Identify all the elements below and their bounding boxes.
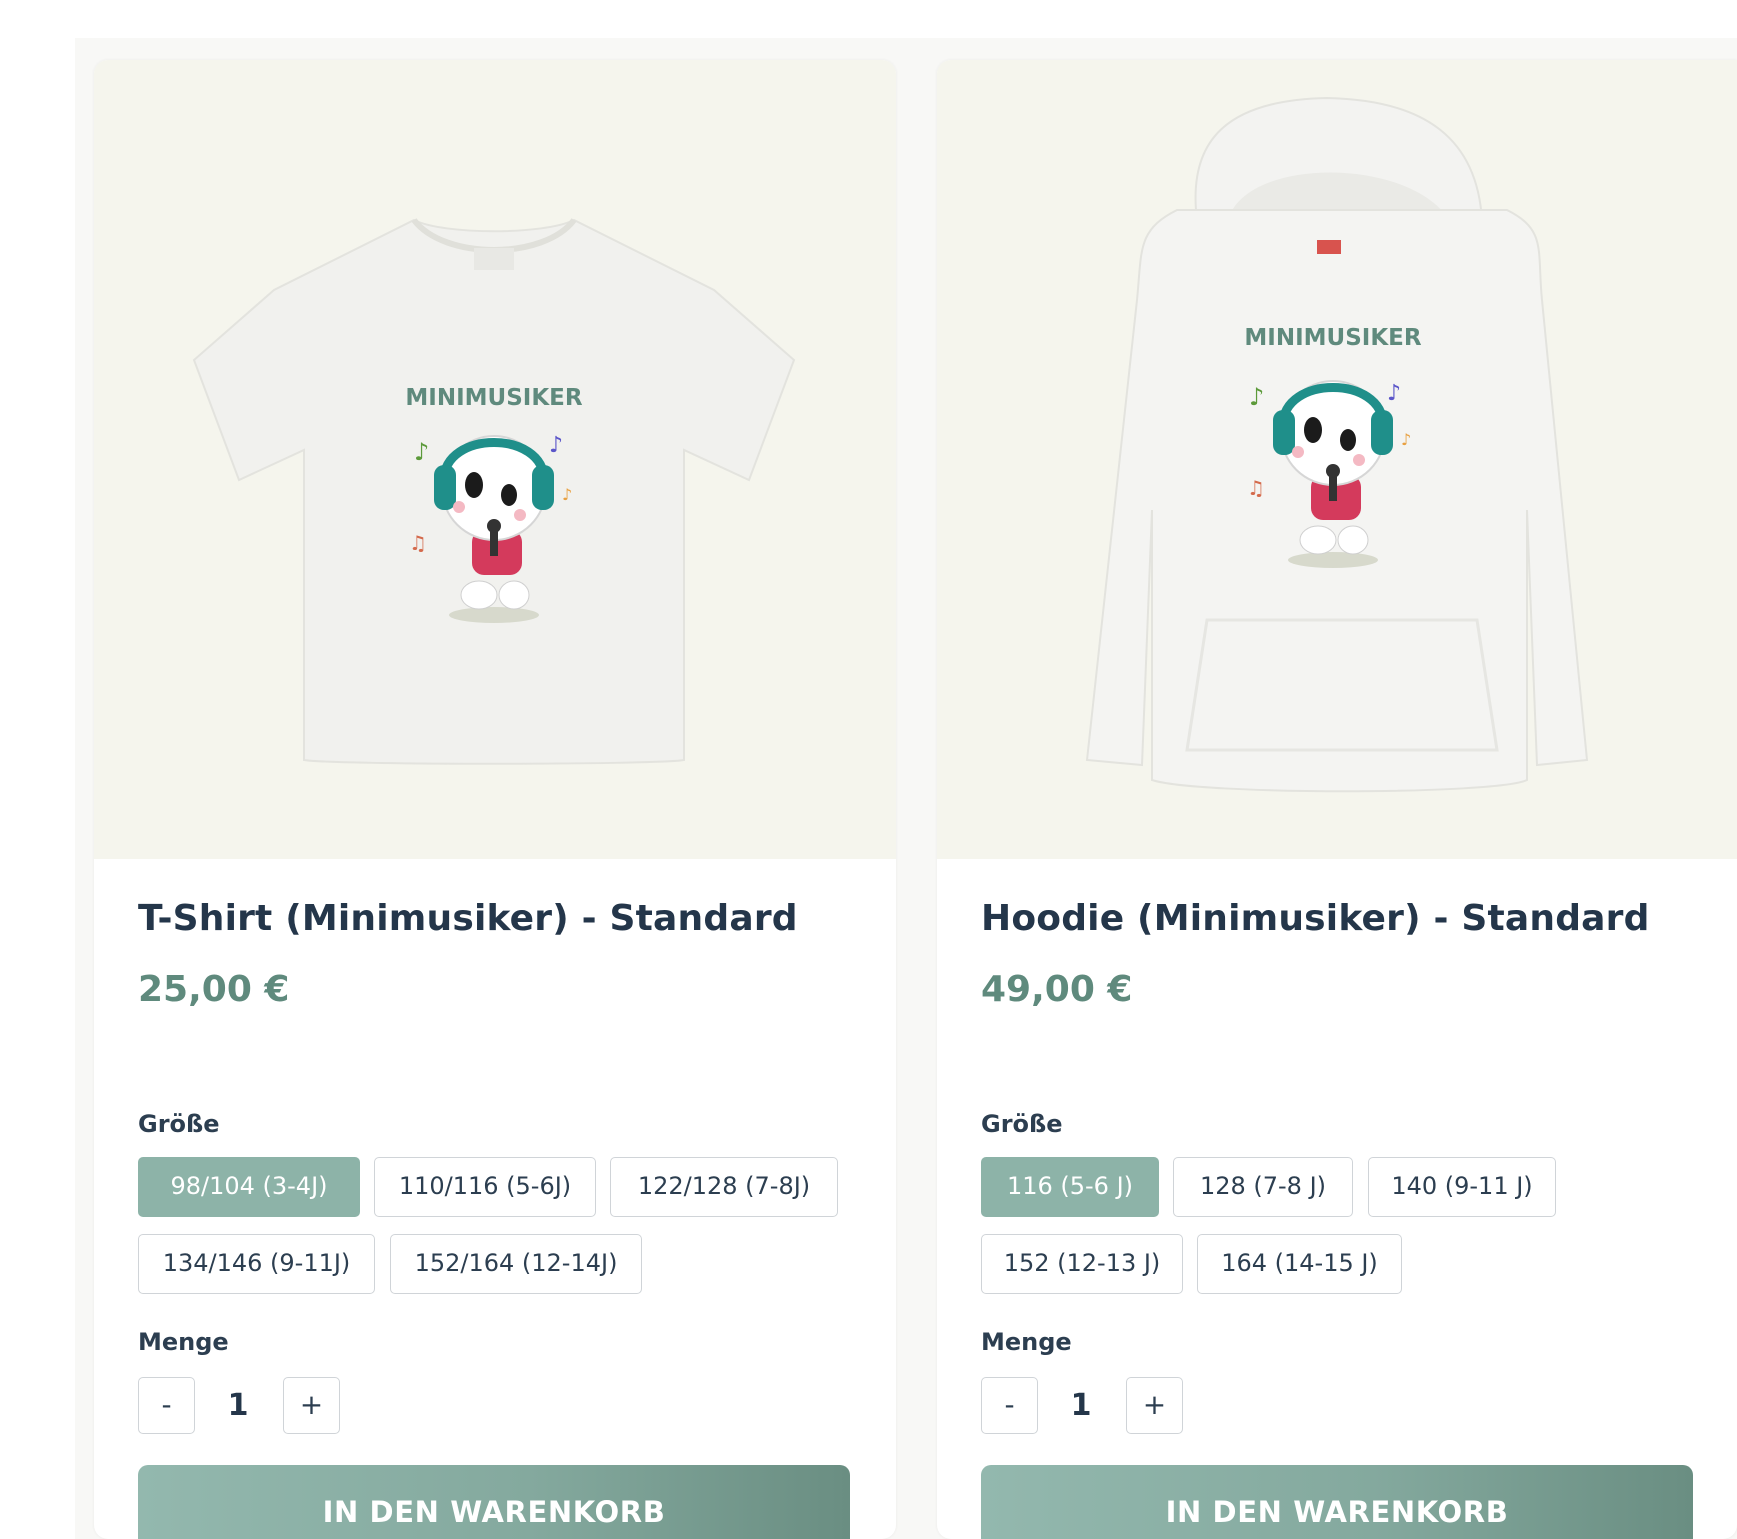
size-option-134-146[interactable]: 134/146 (9-11J) (138, 1234, 375, 1294)
product-card-tshirt: MINIMUSIKER ♪ ♪ ♫ ♪ T-Shirt (Minimusiker… (94, 60, 896, 1539)
quantity-label: Menge (138, 1328, 229, 1356)
svg-text:♪: ♪ (562, 485, 572, 504)
size-option-152-164[interactable]: 152/164 (12-14J) (390, 1234, 642, 1294)
size-option-140[interactable]: 140 (9-11 J) (1368, 1157, 1556, 1217)
quantity-value[interactable]: 1 (1051, 1377, 1111, 1434)
hoodie-print-text: MINIMUSIKER (1244, 325, 1421, 351)
product-card-hoodie: MINIMUSIKER ♪ ♪ ♫ ♪ Hoodie (Minimusiker)… (937, 60, 1737, 1539)
product-image-tshirt[interactable]: MINIMUSIKER ♪ ♪ ♫ ♪ (94, 60, 896, 859)
size-option-98-104[interactable]: 98/104 (3-4J) (138, 1157, 360, 1217)
product-price: 25,00 € (138, 969, 290, 1010)
svg-text:♪: ♪ (1249, 383, 1264, 411)
add-to-cart-button[interactable]: IN DEN WARENKORB (138, 1465, 850, 1539)
quantity-increase-button[interactable]: + (1126, 1377, 1183, 1434)
svg-text:♪: ♪ (1387, 381, 1401, 406)
size-option-128[interactable]: 128 (7-8 J) (1173, 1157, 1353, 1217)
svg-text:♪: ♪ (1401, 430, 1411, 449)
svg-text:♪: ♪ (414, 438, 429, 466)
tshirt-illustration: MINIMUSIKER ♪ ♪ ♫ ♪ (192, 218, 796, 765)
hoodie-illustration: MINIMUSIKER ♪ ♪ ♫ ♪ (1085, 96, 1589, 793)
size-label: Größe (981, 1110, 1063, 1138)
product-title[interactable]: T-Shirt (Minimusiker) - Standard (138, 898, 798, 939)
size-option-122-128[interactable]: 122/128 (7-8J) (610, 1157, 838, 1217)
product-image-hoodie[interactable]: MINIMUSIKER ♪ ♪ ♫ ♪ (937, 60, 1737, 859)
svg-text:♪: ♪ (549, 433, 563, 458)
quantity-increase-button[interactable]: + (283, 1377, 340, 1434)
svg-text:♫: ♫ (1247, 476, 1265, 500)
size-label: Größe (138, 1110, 220, 1138)
svg-text:♫: ♫ (409, 531, 427, 555)
quantity-value[interactable]: 1 (208, 1377, 268, 1434)
size-option-116[interactable]: 116 (5-6 J) (981, 1157, 1159, 1217)
quantity-decrease-button[interactable]: - (981, 1377, 1038, 1434)
size-option-110-116[interactable]: 110/116 (5-6J) (374, 1157, 596, 1217)
size-option-164[interactable]: 164 (14-15 J) (1197, 1234, 1402, 1294)
product-title[interactable]: Hoodie (Minimusiker) - Standard (981, 898, 1650, 939)
quantity-decrease-button[interactable]: - (138, 1377, 195, 1434)
add-to-cart-button[interactable]: IN DEN WARENKORB (981, 1465, 1693, 1539)
product-price: 49,00 € (981, 969, 1133, 1010)
size-option-152[interactable]: 152 (12-13 J) (981, 1234, 1183, 1294)
tshirt-print-text: MINIMUSIKER (405, 385, 582, 411)
quantity-label: Menge (981, 1328, 1072, 1356)
